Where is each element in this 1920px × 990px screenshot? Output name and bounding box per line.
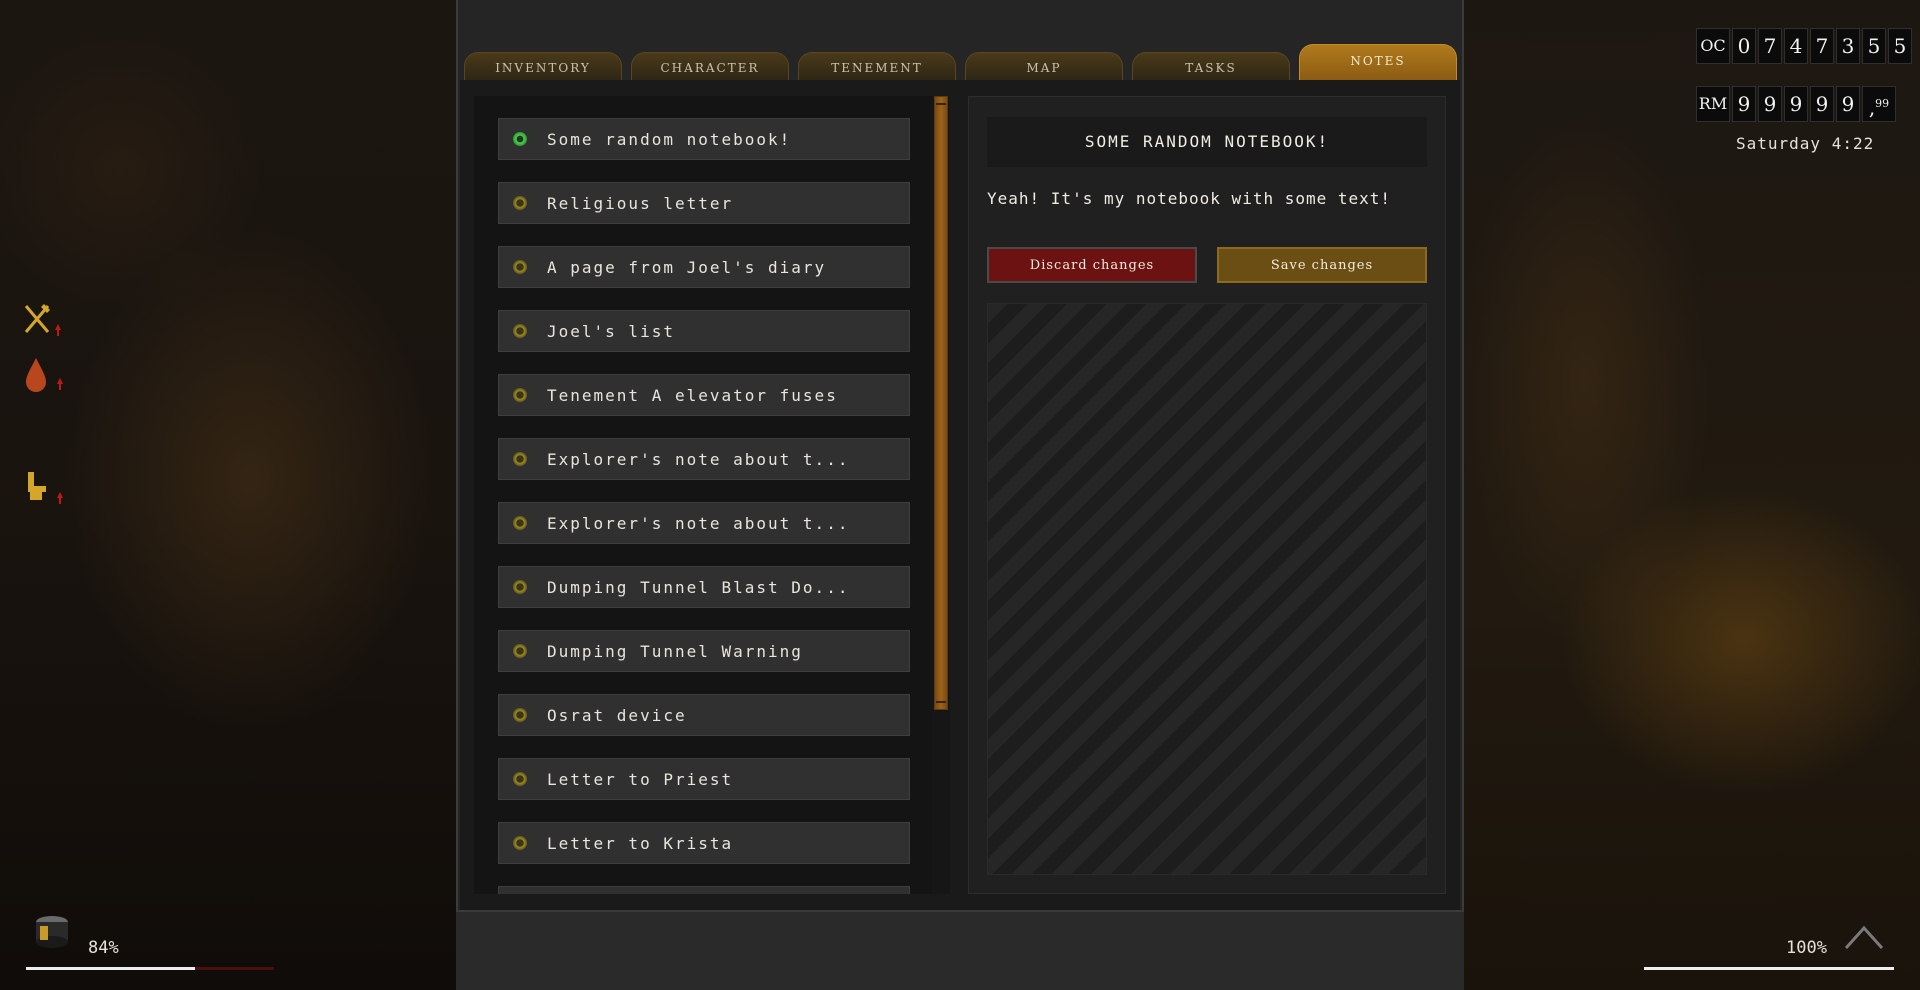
hunger-icon	[24, 304, 61, 336]
list-item[interactable]: A page from Joel's diary	[498, 246, 910, 288]
counter-prefix: OC	[1696, 28, 1730, 64]
battery-bar-fill	[26, 967, 195, 970]
note-title: Explorer's note about t...	[547, 513, 850, 533]
tab-tenement[interactable]: TENEMENT	[798, 52, 956, 82]
counter-digit: 7	[1758, 28, 1782, 64]
note-detail-text: Yeah! It's my notebook with some text!	[987, 189, 1392, 208]
note-indicator-icon	[513, 516, 527, 530]
flashlight-battery-icon	[36, 916, 68, 948]
note-edit-area[interactable]	[987, 303, 1427, 875]
list-item[interactable]: Explorer's note about t...	[498, 502, 910, 544]
toilet-icon	[28, 472, 63, 504]
tab-tasks[interactable]: TASKS	[1132, 52, 1290, 82]
chevron-up-icon	[1844, 925, 1884, 950]
counter-digit: 0	[1732, 28, 1756, 64]
list-item[interactable]: Joel's list	[498, 310, 910, 352]
note-indicator-icon	[513, 388, 527, 402]
money-digit: 9	[1758, 86, 1782, 122]
tab-notes[interactable]: NOTES	[1299, 44, 1457, 82]
battery-percent: 84%	[88, 938, 119, 958]
counter-digit: 4	[1784, 28, 1808, 64]
money-digit: 9	[1836, 86, 1860, 122]
list-item[interactable]: Religious letter	[498, 182, 910, 224]
money-cents-value: 99	[1875, 97, 1890, 110]
list-item[interactable]: Dumping Tunnel Blast Do...	[498, 566, 910, 608]
note-detail-panel: SOME RANDOM NOTEBOOK! Yeah! It's my note…	[968, 96, 1446, 894]
money-cents: ,99	[1862, 86, 1896, 122]
note-indicator-icon	[513, 708, 527, 722]
save-changes-button[interactable]: Save changes	[1217, 247, 1427, 283]
money-digit: 9	[1732, 86, 1756, 122]
note-title: Letter to Priest	[547, 769, 734, 789]
list-item[interactable]: Letter to Krista	[498, 822, 910, 864]
background-left	[0, 0, 456, 990]
note-title: Religious letter	[547, 193, 734, 213]
counter-digit: 5	[1888, 28, 1912, 64]
money-digit: 9	[1810, 86, 1834, 122]
scrollbar-thumb[interactable]	[934, 96, 948, 710]
note-indicator-icon	[513, 452, 527, 466]
note-indicator-icon	[513, 196, 527, 210]
tab-inventory[interactable]: INVENTORY	[464, 52, 622, 82]
notes-list[interactable]: Some random notebook! Religious letter A…	[474, 96, 950, 894]
notes-scrollbar[interactable]	[932, 96, 950, 894]
list-item[interactable]: Explorer's note about t...	[498, 438, 910, 480]
list-item[interactable]: Tenement A elevator fuses	[498, 374, 910, 416]
list-item-partial[interactable]	[498, 886, 910, 894]
discard-changes-button[interactable]: Discard changes	[987, 247, 1197, 283]
money-prefix: RM	[1696, 86, 1730, 122]
note-detail-title: SOME RANDOM NOTEBOOK!	[987, 117, 1427, 167]
tab-bar: INVENTORY CHARACTER TENEMENT MAP TASKS N…	[462, 42, 1458, 82]
list-item[interactable]: Letter to Priest	[498, 758, 910, 800]
odometer-counter: OC 0 7 4 7 3 5 5	[1696, 28, 1914, 64]
note-title: Some random notebook!	[547, 129, 792, 149]
list-item[interactable]: Dumping Tunnel Warning	[498, 630, 910, 672]
note-title: Osrat device	[547, 705, 687, 725]
list-item[interactable]: Some random notebook!	[498, 118, 910, 160]
note-indicator-icon	[513, 260, 527, 274]
note-indicator-icon	[513, 324, 527, 338]
note-indicator-icon	[513, 772, 527, 786]
tab-map[interactable]: MAP	[965, 52, 1123, 82]
counter-digit: 3	[1836, 28, 1860, 64]
thirst-icon	[26, 358, 63, 392]
note-title: Tenement A elevator fuses	[547, 385, 838, 405]
note-title: A page from Joel's diary	[547, 257, 827, 277]
tab-character[interactable]: CHARACTER	[631, 52, 789, 82]
money-digit: 9	[1784, 86, 1808, 122]
list-item[interactable]: Osrat device	[498, 694, 910, 736]
selected-indicator-icon	[513, 132, 527, 146]
counter-digit: 5	[1862, 28, 1886, 64]
note-title: Dumping Tunnel Warning	[547, 641, 803, 661]
note-indicator-icon	[513, 836, 527, 850]
note-indicator-icon	[513, 580, 527, 594]
money-counter: RM 9 9 9 9 9 ,99	[1696, 86, 1898, 122]
note-title: Letter to Krista	[547, 833, 734, 853]
counter-digit: 7	[1810, 28, 1834, 64]
note-title: Dumping Tunnel Blast Do...	[547, 577, 850, 597]
menu-frame-footer	[456, 910, 1464, 990]
zoom-percent: 100%	[1786, 938, 1827, 958]
note-indicator-icon	[513, 644, 527, 658]
day-time: Saturday 4:22	[1736, 134, 1875, 153]
zoom-bar	[1644, 967, 1894, 970]
battery-bar	[26, 967, 274, 970]
note-title: Explorer's note about t...	[547, 449, 850, 469]
note-title: Joel's list	[547, 321, 675, 341]
